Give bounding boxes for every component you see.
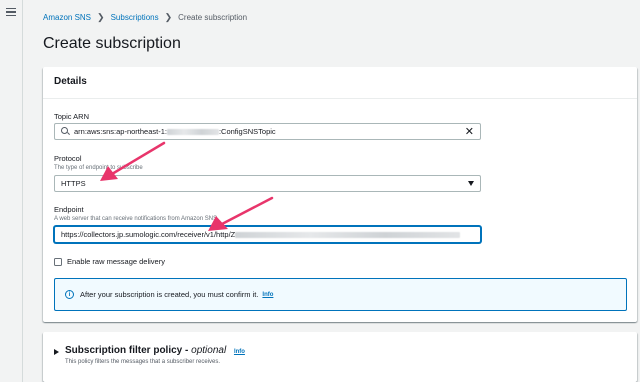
sidebar-divider: [22, 0, 23, 382]
raw-delivery-label: Enable raw message delivery: [67, 257, 165, 266]
alert-text: After your subscription is created, you …: [80, 290, 259, 299]
menu-icon[interactable]: [6, 8, 16, 16]
filter-policy-title-text: Subscription filter policy: [65, 345, 183, 356]
endpoint-value: https://collectors.jp.sumologic.com/rece…: [61, 230, 236, 239]
caret-down-icon: [468, 181, 474, 186]
endpoint-input[interactable]: https://collectors.jp.sumologic.com/rece…: [54, 226, 481, 243]
details-header: Details: [43, 67, 637, 99]
raw-delivery-option[interactable]: Enable raw message delivery: [54, 257, 165, 266]
protocol-label: Protocol: [54, 154, 82, 163]
filter-policy-info-link[interactable]: Info: [234, 349, 245, 355]
endpoint-label: Endpoint: [54, 205, 84, 214]
breadcrumb-current: Create subscription: [178, 13, 248, 22]
filter-policy-title[interactable]: Subscription filter policy - optional In…: [65, 345, 245, 356]
topic-arn-input[interactable]: arn:aws:sns:ap-northeast-1: :ConfigSNSTo…: [54, 123, 481, 140]
breadcrumb: Amazon SNS ❯ Subscriptions ❯ Create subs…: [43, 12, 247, 23]
topic-arn-label: Topic ARN: [54, 112, 90, 121]
details-panel: Details Topic ARN arn:aws:sns:ap-northea…: [43, 67, 637, 322]
chevron-right-icon: ❯: [97, 12, 105, 22]
chevron-right-icon: ❯: [164, 12, 173, 22]
filter-policy-description: This policy filters the messages that a …: [65, 359, 221, 365]
endpoint-description: A web server that can receive notificati…: [54, 216, 218, 222]
breadcrumb-amazon-sns[interactable]: Amazon SNS: [43, 13, 91, 22]
confirm-info-alert: i After your subscription is created, yo…: [54, 278, 627, 311]
info-icon: i: [65, 290, 74, 299]
redacted-account-id: [166, 128, 219, 135]
topic-arn-prefix: arn:aws:sns:ap-northeast-1:: [74, 127, 167, 136]
search-icon: [61, 127, 70, 136]
topic-arn-suffix: :ConfigSNSTopic: [218, 127, 276, 136]
alert-info-link[interactable]: Info: [262, 292, 273, 298]
raw-delivery-checkbox[interactable]: [54, 257, 62, 266]
filter-policy-panel[interactable]: Subscription filter policy - optional In…: [43, 332, 637, 382]
filter-policy-optional: optional: [191, 345, 227, 356]
protocol-select[interactable]: HTTPS: [54, 175, 481, 192]
redacted-endpoint-token: [235, 231, 461, 238]
clear-icon[interactable]: ✕: [465, 127, 474, 138]
breadcrumb-subscriptions[interactable]: Subscriptions: [111, 13, 159, 22]
protocol-description: The type of endpoint to subscribe: [54, 165, 143, 171]
page-title: Create subscription: [43, 35, 181, 52]
protocol-selected: HTTPS: [61, 179, 86, 188]
caret-right-icon[interactable]: [54, 349, 59, 355]
